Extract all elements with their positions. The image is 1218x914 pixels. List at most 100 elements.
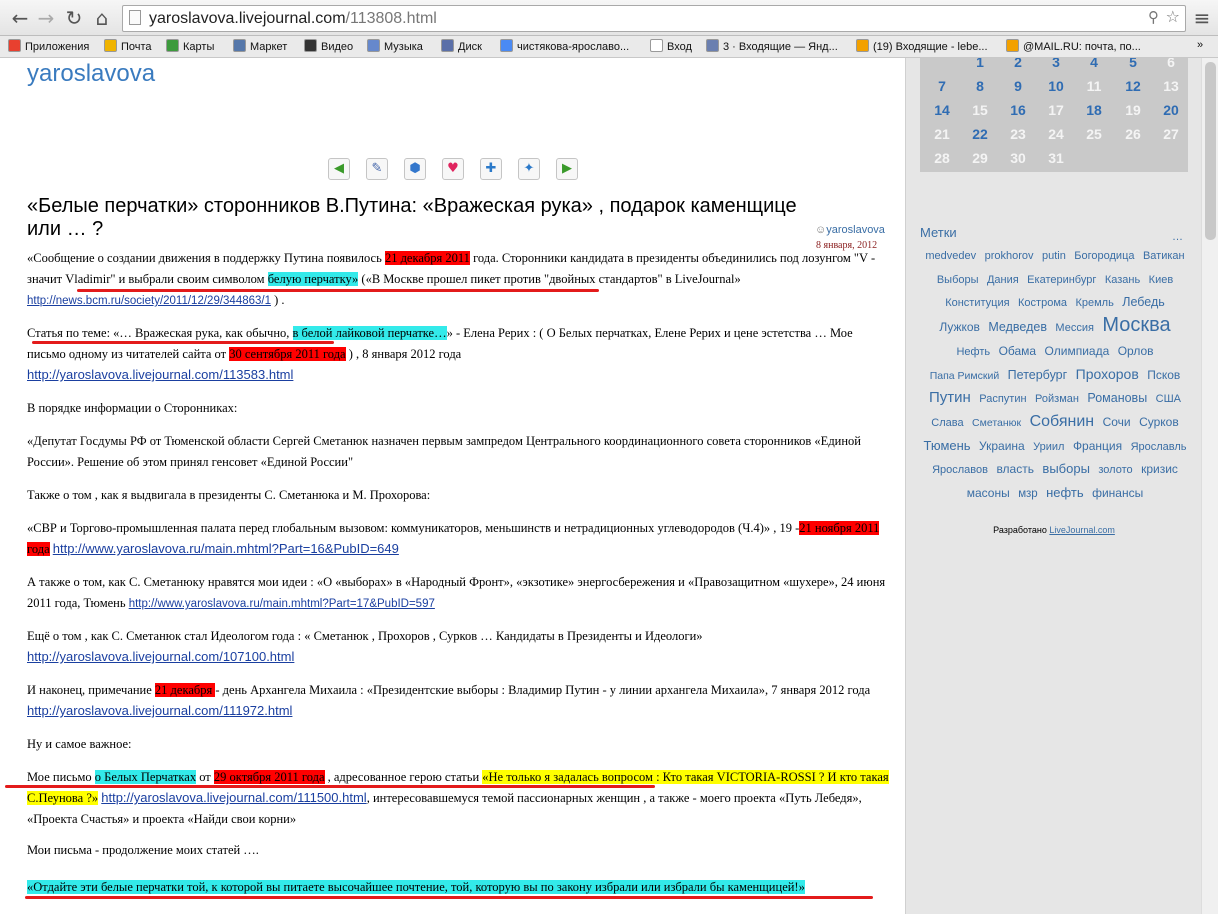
article-link[interactable]: http://www.yaroslavova.ru/main.mhtml?Par… bbox=[129, 598, 435, 610]
tag-link[interactable]: Ройзман bbox=[1035, 393, 1079, 405]
tag-link[interactable]: Обама bbox=[999, 344, 1037, 358]
tag-link[interactable]: Мессия bbox=[1055, 322, 1094, 334]
tag-link[interactable]: Лебедь bbox=[1122, 295, 1165, 309]
tag-link[interactable]: Ватикан bbox=[1143, 250, 1185, 262]
tag-link[interactable]: Москва bbox=[1102, 314, 1170, 336]
tag-link[interactable]: Тюмень bbox=[923, 438, 970, 453]
article-link[interactable]: http://yaroslavova.livejournal.com/11150… bbox=[101, 790, 366, 805]
tag-link[interactable]: Франция bbox=[1073, 439, 1122, 453]
tag-link[interactable]: Псков bbox=[1147, 368, 1180, 382]
tag-link[interactable]: Сурков bbox=[1139, 415, 1179, 429]
bookmark-item[interactable]: 3 · Входящие — Янд... bbox=[706, 39, 838, 53]
pin-icon[interactable]: ✦ bbox=[518, 158, 540, 180]
tag-link[interactable]: Слава bbox=[931, 417, 963, 429]
calendar-day[interactable]: 7 bbox=[925, 78, 959, 94]
tag-link[interactable]: США bbox=[1156, 393, 1181, 405]
scrollbar-thumb[interactable] bbox=[1205, 62, 1216, 240]
post-author[interactable]: ☺yaroslavova bbox=[815, 224, 885, 236]
bookmark-item[interactable]: Вход bbox=[650, 39, 692, 53]
tag-link[interactable]: Папа Римский bbox=[930, 370, 1000, 382]
bookmark-item[interactable]: Карты bbox=[166, 39, 214, 53]
forward-icon[interactable]: → bbox=[34, 6, 58, 30]
address-bar[interactable]: yaroslavova.livejournal.com/113808.html … bbox=[122, 5, 1186, 32]
home-icon[interactable]: ⌂ bbox=[90, 6, 114, 30]
calendar-day[interactable]: 22 bbox=[963, 126, 997, 142]
tag-link[interactable]: Медведев bbox=[988, 320, 1047, 334]
scrollbar[interactable] bbox=[1201, 58, 1218, 914]
tag-link[interactable]: Сочи bbox=[1103, 415, 1131, 429]
tag-link[interactable]: Прохоров bbox=[1076, 366, 1139, 382]
article-link[interactable]: http://yaroslavova.livejournal.com/10710… bbox=[27, 649, 294, 664]
tag-link[interactable]: Путин bbox=[929, 389, 971, 406]
bookmark-item[interactable]: Почта bbox=[104, 39, 152, 53]
tags-heading[interactable]: Метки bbox=[920, 225, 957, 240]
tag-link[interactable]: Конституция bbox=[945, 297, 1009, 309]
calendar-day[interactable]: 18 bbox=[1077, 102, 1111, 118]
tag-link[interactable]: Выборы bbox=[937, 274, 979, 286]
tag-link[interactable]: Нефть bbox=[956, 346, 990, 358]
tag-link[interactable]: Лужков bbox=[939, 320, 980, 334]
tag-link[interactable]: Собянин bbox=[1030, 413, 1095, 430]
calendar-day[interactable]: 1 bbox=[963, 58, 997, 70]
add-icon[interactable]: ✚ bbox=[480, 158, 502, 180]
article-link[interactable]: http://yaroslavova.livejournal.com/11197… bbox=[27, 703, 292, 718]
tag-link[interactable]: Романовы bbox=[1087, 391, 1147, 405]
reload-icon[interactable]: ↻ bbox=[62, 6, 86, 30]
calendar-day[interactable]: 10 bbox=[1039, 78, 1073, 94]
tag-link[interactable]: власть bbox=[996, 462, 1034, 476]
tag-link[interactable]: Киев bbox=[1149, 274, 1174, 286]
tag-link[interactable]: Кремль bbox=[1075, 297, 1113, 309]
tag-link[interactable]: Казань bbox=[1105, 274, 1140, 286]
tag-link[interactable]: Дания bbox=[987, 274, 1019, 286]
search-icon[interactable]: ⚲ bbox=[1148, 8, 1159, 26]
tag-link[interactable]: масоны bbox=[967, 486, 1010, 500]
tag-link[interactable]: нефть bbox=[1046, 485, 1084, 500]
back-icon[interactable]: ← bbox=[8, 6, 32, 30]
tag-link[interactable]: Олимпиада bbox=[1045, 344, 1110, 358]
calendar-day[interactable]: 14 bbox=[925, 102, 959, 118]
tag-link[interactable]: Сметанюк bbox=[972, 417, 1021, 429]
blog-name[interactable]: yaroslavova bbox=[27, 60, 155, 88]
tag-link[interactable]: Распутин bbox=[979, 393, 1026, 405]
tag-link[interactable]: финансы bbox=[1092, 486, 1143, 500]
calendar-day[interactable]: 4 bbox=[1077, 58, 1111, 70]
author-name[interactable]: yaroslavova bbox=[826, 224, 885, 236]
tag-link[interactable]: Украина bbox=[979, 439, 1025, 453]
tags-more-link[interactable]: … bbox=[1172, 231, 1183, 243]
bookmark-item[interactable]: (19) Входящие - lebe... bbox=[856, 39, 988, 53]
menu-icon[interactable]: ≡ bbox=[1190, 6, 1214, 30]
tag-link[interactable]: Ярославль bbox=[1131, 441, 1187, 453]
tag-link[interactable]: мзр bbox=[1018, 488, 1037, 500]
bookmark-item[interactable]: Музыка bbox=[367, 39, 423, 53]
bookmarks-overflow[interactable]: » bbox=[1197, 39, 1203, 51]
bookmark-item[interactable]: @MAIL.RU: почта, по... bbox=[1006, 39, 1141, 53]
tag-link[interactable]: Уриил bbox=[1033, 441, 1064, 453]
tag-link[interactable]: Екатеринбург bbox=[1027, 274, 1096, 286]
tag-link[interactable]: Богородица bbox=[1074, 250, 1134, 262]
star-icon[interactable]: ☆ bbox=[1166, 7, 1180, 26]
calendar-day[interactable]: 8 bbox=[963, 78, 997, 94]
article-link[interactable]: http://www.yaroslavova.ru/main.mhtml?Par… bbox=[53, 541, 399, 556]
livejournal-link[interactable]: LiveJournal.com bbox=[1049, 525, 1115, 535]
bookmark-item[interactable]: Приложения bbox=[8, 39, 89, 53]
tag-link[interactable]: Петербург bbox=[1008, 368, 1068, 382]
prev-entry-icon[interactable]: ◀ bbox=[328, 158, 350, 180]
next-entry-icon[interactable]: ▶ bbox=[556, 158, 578, 180]
calendar-day[interactable]: 16 bbox=[1001, 102, 1035, 118]
bookmark-item[interactable]: Диск bbox=[441, 39, 482, 53]
calendar-day[interactable]: 12 bbox=[1116, 78, 1150, 94]
bookmark-item[interactable]: Видео bbox=[304, 39, 353, 53]
tag-link[interactable]: золото bbox=[1098, 464, 1132, 476]
calendar-day[interactable]: 2 bbox=[1001, 58, 1035, 70]
calendar-day[interactable]: 9 bbox=[1001, 78, 1035, 94]
tag-link[interactable]: кризис bbox=[1141, 462, 1178, 476]
calendar-day[interactable]: 20 bbox=[1154, 102, 1188, 118]
calendar-day[interactable]: 5 bbox=[1116, 58, 1150, 70]
tag-link[interactable]: Орлов bbox=[1118, 344, 1154, 358]
bookmark-item[interactable]: чистякова-ярославо... bbox=[500, 39, 629, 53]
tag-link[interactable]: выборы bbox=[1042, 461, 1090, 476]
tag-link[interactable]: medvedev bbox=[925, 250, 976, 262]
tag-link[interactable]: Кострома bbox=[1018, 297, 1067, 309]
tag-icon[interactable]: ⬢ bbox=[404, 158, 426, 180]
tag-link[interactable]: Ярославов bbox=[932, 464, 988, 476]
